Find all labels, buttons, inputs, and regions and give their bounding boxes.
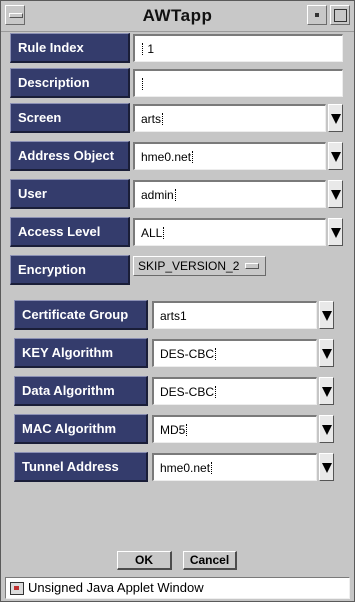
certificate-group-label: Certificate Group <box>14 300 148 330</box>
minimize-icon <box>315 13 319 17</box>
mac-algorithm-dropdown-button[interactable] <box>319 415 334 443</box>
cancel-button[interactable]: Cancel <box>183 551 237 570</box>
java-coffee-cup-icon <box>10 582 24 595</box>
rule-index-value: 1 <box>147 42 155 56</box>
access-level-value: ALL <box>141 226 163 240</box>
text-caret <box>142 78 144 90</box>
key-algorithm-dropdown-button[interactable] <box>319 339 334 367</box>
ok-button[interactable]: OK <box>117 551 172 570</box>
address-object-combo-field[interactable]: hme0.net <box>133 142 326 170</box>
text-caret <box>163 227 165 239</box>
tunnel-address-label: Tunnel Address <box>14 452 148 482</box>
chevron-down-icon <box>322 425 332 435</box>
user-combo-field[interactable]: admin <box>133 180 326 208</box>
tunnel-address-value: hme0.net <box>160 461 211 475</box>
data-algorithm-combo-field[interactable]: DES-CBC <box>152 377 317 405</box>
applet-warning-text: Unsigned Java Applet Window <box>28 580 204 595</box>
chevron-down-icon <box>331 114 341 124</box>
certificate-group-value: arts1 <box>160 309 187 323</box>
user-dropdown-button[interactable] <box>328 180 343 208</box>
key-algorithm-label: KEY Algorithm <box>14 338 148 368</box>
encryption-label: Encryption <box>10 255 130 285</box>
text-caret <box>215 348 217 360</box>
minimize-button[interactable] <box>307 5 327 25</box>
data-algorithm-value: DES-CBC <box>160 385 215 399</box>
encryption-value: SKIP_VERSION_2 <box>138 259 240 273</box>
address-object-dropdown-button[interactable] <box>328 142 343 170</box>
window-title: AWTapp <box>142 6 213 25</box>
tunnel-address-dropdown-button[interactable] <box>319 453 334 481</box>
screen-value: arts <box>141 112 162 126</box>
data-algorithm-dropdown-button[interactable] <box>319 377 334 405</box>
chevron-down-icon <box>331 228 341 238</box>
mac-algorithm-label: MAC Algorithm <box>14 414 148 444</box>
rule-index-field[interactable]: 1 <box>133 34 343 62</box>
certificate-group-combo-field[interactable]: arts1 <box>152 301 317 329</box>
chevron-down-icon <box>331 152 341 162</box>
user-value: admin <box>141 188 174 202</box>
maximize-icon <box>334 9 347 22</box>
screen-dropdown-button[interactable] <box>328 104 343 132</box>
description-label: Description <box>10 68 130 98</box>
text-caret <box>162 113 164 125</box>
screen-combo-field[interactable]: arts <box>133 104 326 132</box>
description-field[interactable] <box>133 69 343 97</box>
encryption-option-menu[interactable]: SKIP_VERSION_2 <box>133 256 266 276</box>
text-caret <box>211 462 213 474</box>
text-caret <box>215 386 217 398</box>
access-level-dropdown-button[interactable] <box>328 218 343 246</box>
rule-index-label: Rule Index <box>10 33 130 63</box>
chevron-down-icon <box>322 463 332 473</box>
address-object-label: Address Object <box>10 141 130 171</box>
chevron-down-icon <box>331 190 341 200</box>
user-label: User <box>10 179 130 209</box>
chevron-down-icon <box>322 349 332 359</box>
option-menu-indicator-icon <box>245 263 259 269</box>
chevron-down-icon <box>322 311 332 321</box>
text-caret <box>174 189 177 201</box>
access-level-label: Access Level <box>10 217 130 247</box>
applet-window: AWTapp Rule Index 1 Description Screen a… <box>0 0 355 602</box>
applet-warning-bar: Unsigned Java Applet Window <box>5 577 350 599</box>
text-caret <box>192 151 194 163</box>
mac-algorithm-value: MD5 <box>160 423 186 437</box>
chevron-down-icon <box>322 387 332 397</box>
maximize-button[interactable] <box>330 5 350 25</box>
tunnel-address-combo-field[interactable]: hme0.net <box>152 453 317 481</box>
text-caret <box>142 43 144 55</box>
text-caret <box>186 424 188 436</box>
access-level-combo-field[interactable]: ALL <box>133 218 326 246</box>
address-object-value: hme0.net <box>141 150 192 164</box>
data-algorithm-label: Data Algorithm <box>14 376 148 406</box>
key-algorithm-combo-field[interactable]: DES-CBC <box>152 339 317 367</box>
screen-label: Screen <box>10 103 130 133</box>
certificate-group-dropdown-button[interactable] <box>319 301 334 329</box>
key-algorithm-value: DES-CBC <box>160 347 215 361</box>
mac-algorithm-combo-field[interactable]: MD5 <box>152 415 317 443</box>
title-bar[interactable]: AWTapp <box>1 1 354 32</box>
